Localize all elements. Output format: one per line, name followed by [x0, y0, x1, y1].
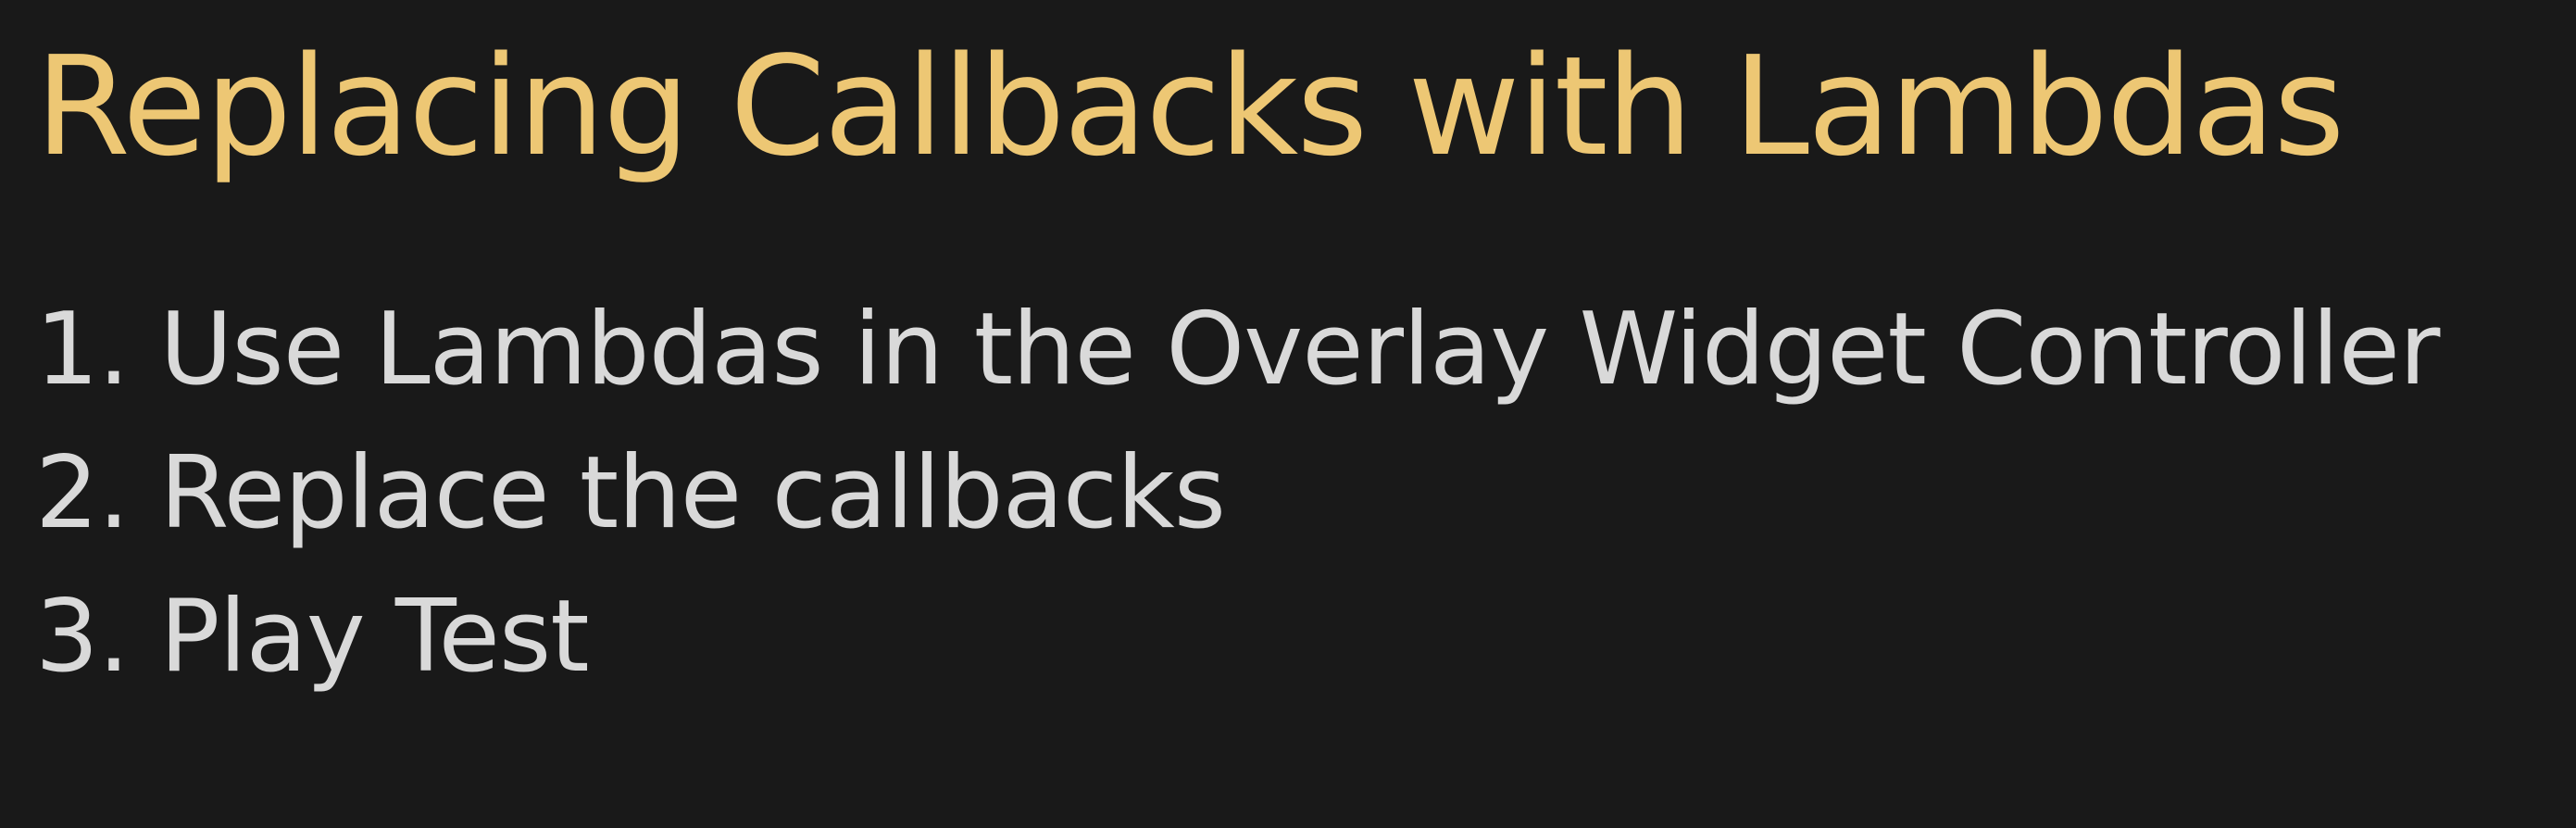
slide-title: Replacing Callbacks with Lambdas — [35, 27, 2345, 186]
slide: Replacing Callbacks with Lambdas 1. Use … — [0, 0, 2576, 828]
step-list: 1. Use Lambdas in the Overlay Widget Con… — [35, 278, 2440, 709]
step-item-2: 2. Replace the callbacks — [35, 435, 1226, 551]
step-item-1: 1. Use Lambdas in the Overlay Widget Con… — [35, 292, 2440, 408]
step-item-3: 3. Play Test — [35, 579, 590, 695]
